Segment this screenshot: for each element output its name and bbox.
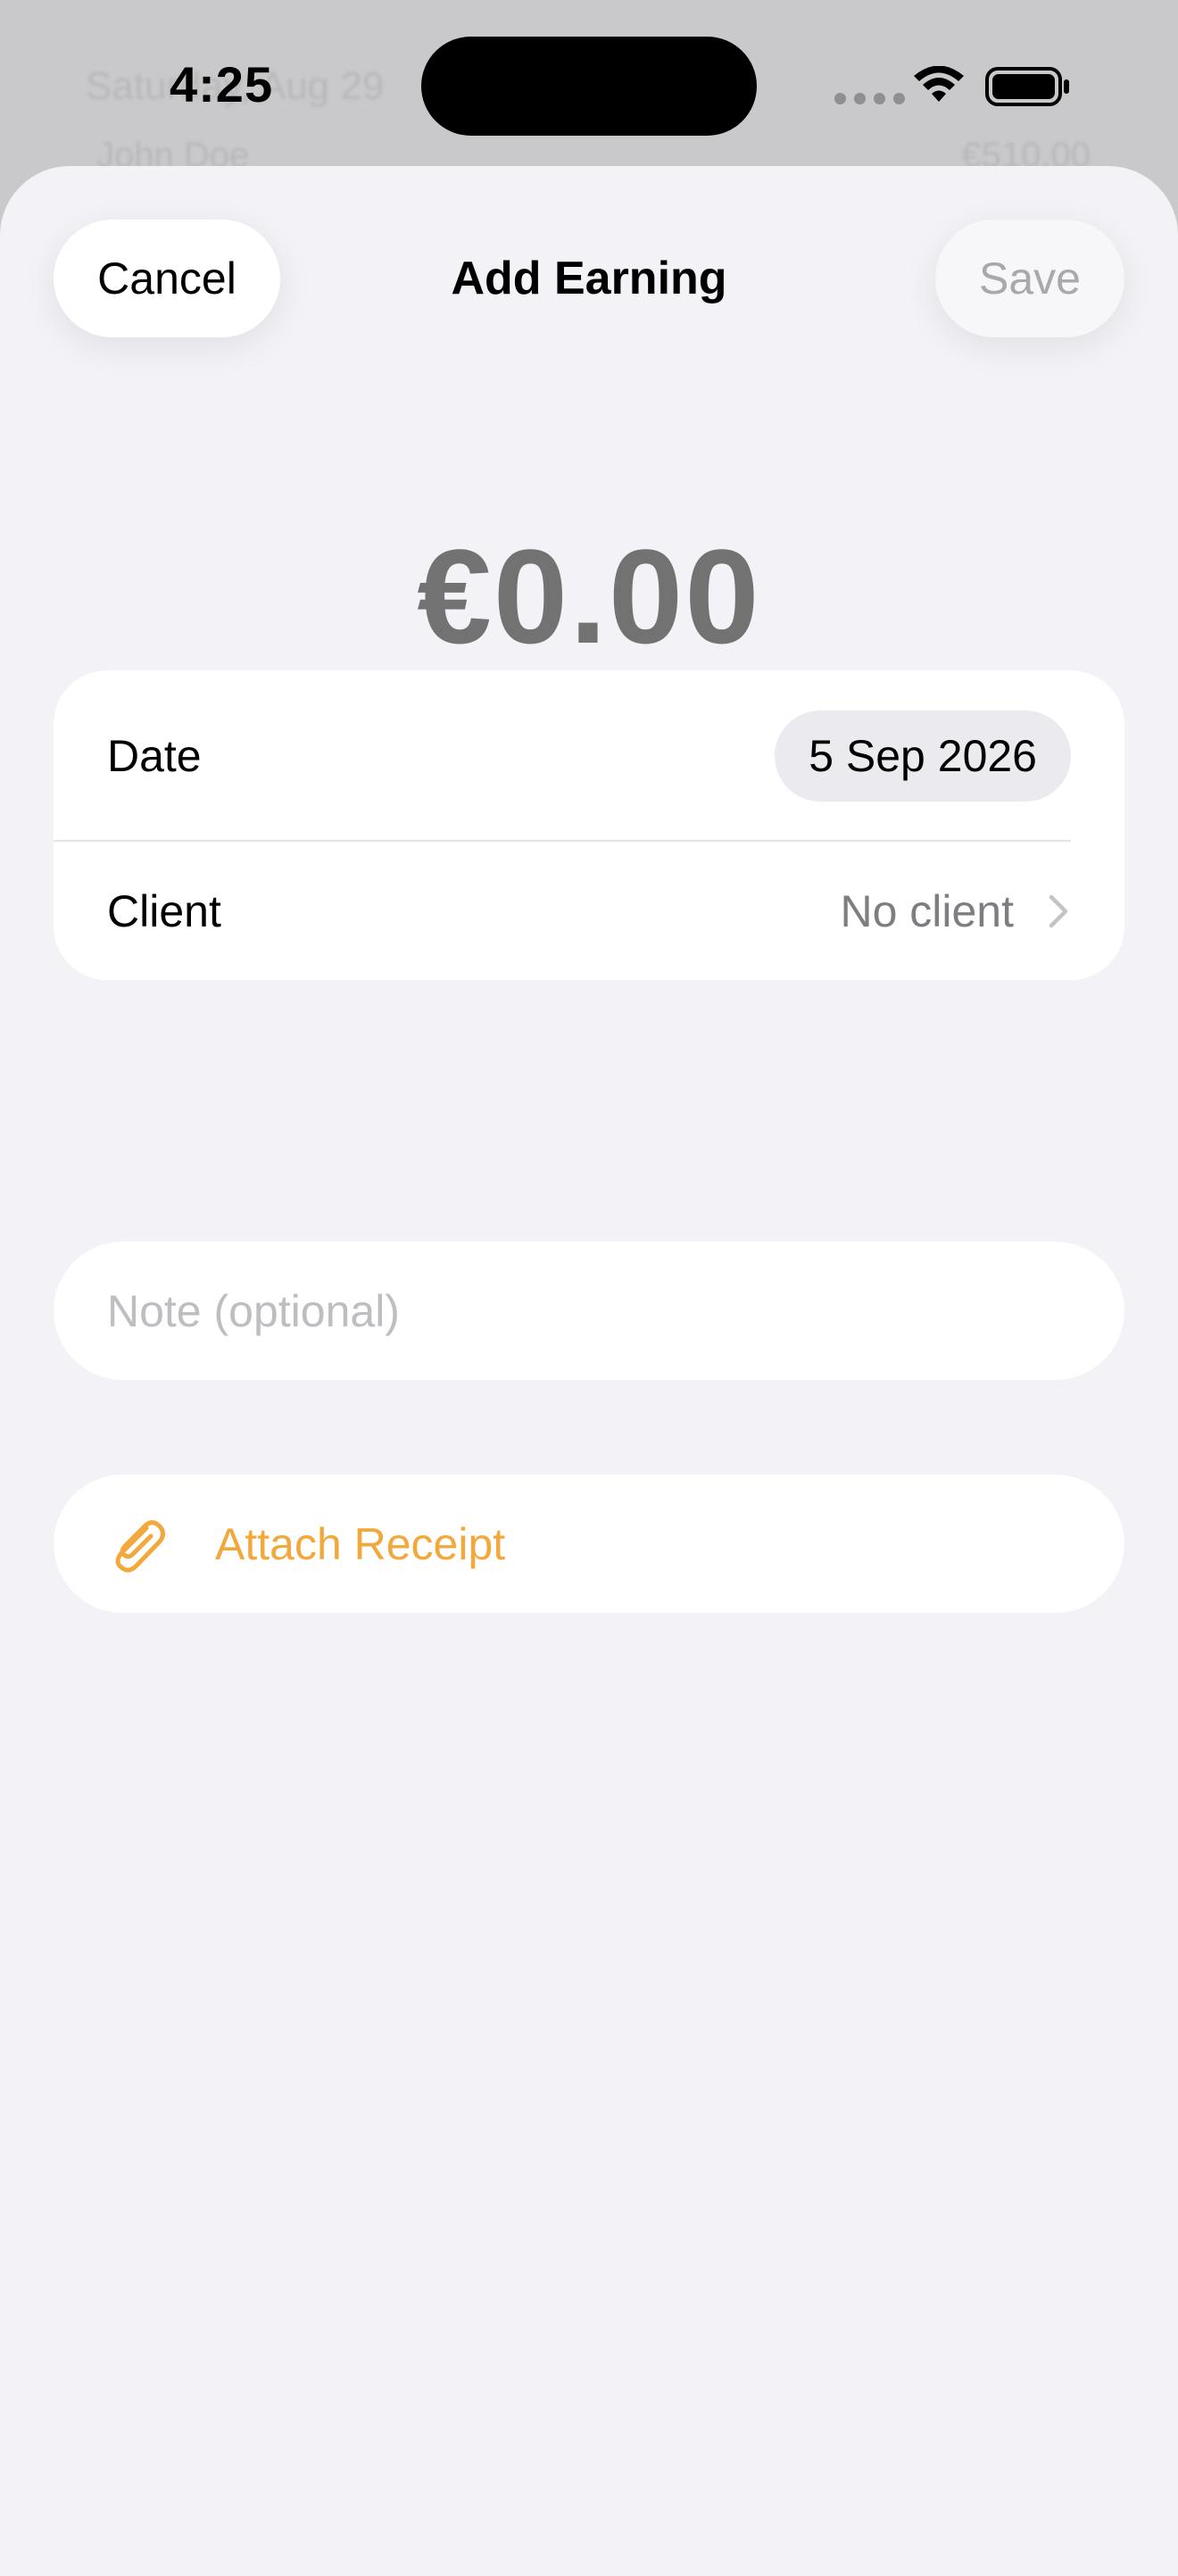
wifi-icon: [914, 66, 964, 102]
attach-receipt-label: Attach Receipt: [215, 1518, 506, 1569]
dynamic-island: [421, 37, 757, 136]
client-label: Client: [107, 885, 221, 936]
note-input[interactable]: [107, 1242, 1071, 1380]
details-card: Date 5 Sep 2026 Client No client: [54, 670, 1124, 980]
client-row[interactable]: Client No client: [54, 842, 1124, 980]
chevron-right-icon: [1049, 894, 1068, 927]
attach-receipt-button[interactable]: Attach Receipt: [54, 1475, 1124, 1613]
cellular-signal-icon: [834, 93, 905, 104]
date-row: Date 5 Sep 2026: [54, 670, 1124, 842]
status-bar: Saturday, Aug 29 John Doe €510.00 4:25: [0, 0, 1178, 175]
save-button[interactable]: Save: [935, 220, 1124, 337]
date-picker-button[interactable]: 5 Sep 2026: [775, 710, 1071, 802]
note-field-container: [54, 1242, 1124, 1380]
battery-icon: [985, 67, 1069, 106]
client-value: No client: [840, 885, 1014, 936]
date-label: Date: [107, 731, 202, 781]
amount-display[interactable]: €0.00: [0, 519, 1178, 674]
cancel-button[interactable]: Cancel: [54, 220, 280, 337]
status-time: 4:25: [170, 56, 274, 112]
divider: [54, 840, 1071, 842]
paperclip-icon: [115, 1520, 165, 1573]
